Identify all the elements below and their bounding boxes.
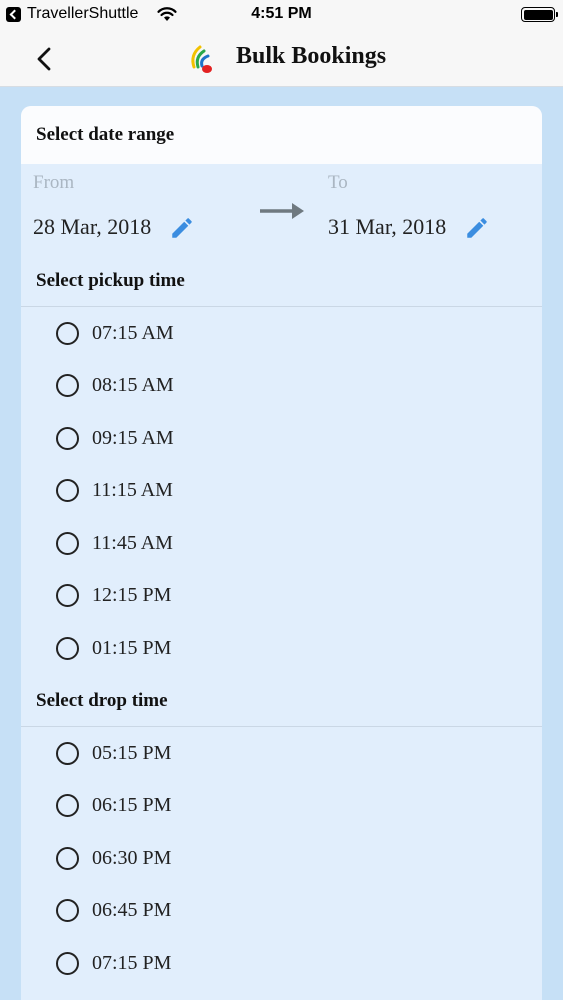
drop-option-label: 07:15 PM	[92, 951, 172, 974]
drop-option-label: 05:15 PM	[92, 741, 172, 764]
pickup-time-heading: Select pickup time	[36, 270, 185, 291]
drop-option[interactable]: 06:30 PM	[56, 843, 171, 873]
radio-button-icon[interactable]	[56, 741, 79, 765]
drop-option[interactable]: 07:15 PM	[56, 948, 171, 978]
date-range-heading: Select date range	[36, 124, 175, 145]
pickup-option[interactable]: 01:15 PM	[56, 633, 171, 663]
drop-option[interactable]: 05:15 PM	[56, 738, 171, 768]
radio-button-icon[interactable]	[56, 478, 79, 502]
edit-to-date-pencil-icon[interactable]	[464, 215, 490, 241]
status-bar: TravellerShuttle 4:51 PM	[0, 0, 563, 30]
radio-button-icon[interactable]	[56, 951, 79, 975]
pickup-option-label: 07:15 AM	[92, 321, 174, 344]
radio-button-icon[interactable]	[56, 636, 79, 660]
navigation-bar: Bulk Bookings	[0, 30, 563, 87]
pickup-option-label: 11:45 AM	[92, 531, 173, 554]
date-range-arrow-icon	[260, 203, 304, 219]
radio-button-icon[interactable]	[56, 793, 79, 817]
back-chevron-icon[interactable]	[30, 44, 60, 74]
radio-button-icon[interactable]	[56, 846, 79, 870]
drop-option-label: 06:45 PM	[92, 898, 172, 921]
drop-divider	[21, 726, 542, 727]
app-logo-icon	[191, 45, 212, 73]
pickup-option-label: 09:15 AM	[92, 426, 174, 449]
pickup-option-label: 08:15 AM	[92, 373, 174, 396]
from-date-value[interactable]: 28 Mar, 2018	[33, 214, 151, 240]
status-time: 4:51 PM	[251, 5, 312, 22]
pickup-option-label: 01:15 PM	[92, 636, 172, 659]
drop-option-label: 06:15 PM	[92, 793, 172, 816]
pickup-option[interactable]: 12:15 PM	[56, 580, 171, 610]
pickup-option-label: 12:15 PM	[92, 583, 172, 606]
from-label: From	[33, 172, 75, 193]
radio-button-icon[interactable]	[56, 426, 79, 450]
edit-from-date-pencil-icon[interactable]	[169, 215, 195, 241]
drop-option[interactable]: 06:45 PM	[56, 895, 171, 925]
pickup-option[interactable]: 07:15 AM	[56, 318, 174, 348]
drop-option-label: 06:30 PM	[92, 846, 172, 869]
drop-option[interactable]: 06:15 PM	[56, 790, 171, 820]
battery-icon	[521, 7, 558, 22]
pickup-option[interactable]: 09:15 AM	[56, 423, 174, 453]
date-range-header: Select date range	[21, 106, 542, 164]
radio-button-icon[interactable]	[56, 373, 79, 397]
pickup-divider	[21, 306, 542, 307]
to-date-value[interactable]: 31 Mar, 2018	[328, 214, 446, 240]
to-label: To	[328, 172, 348, 193]
pickup-option[interactable]: 08:15 AM	[56, 370, 174, 400]
bulk-booking-card: Select date range From 28 Mar, 2018 To 3…	[21, 106, 542, 1000]
pickup-option[interactable]: 11:15 AM	[56, 475, 173, 505]
pickup-option-label: 11:15 AM	[92, 478, 173, 501]
pickup-option[interactable]: 11:45 AM	[56, 528, 173, 558]
radio-button-icon[interactable]	[56, 531, 79, 555]
radio-button-icon[interactable]	[56, 583, 79, 607]
radio-button-icon[interactable]	[56, 321, 79, 345]
page-title: Bulk Bookings	[236, 43, 387, 69]
radio-button-icon[interactable]	[56, 898, 79, 922]
drop-time-heading: Select drop time	[36, 690, 168, 711]
